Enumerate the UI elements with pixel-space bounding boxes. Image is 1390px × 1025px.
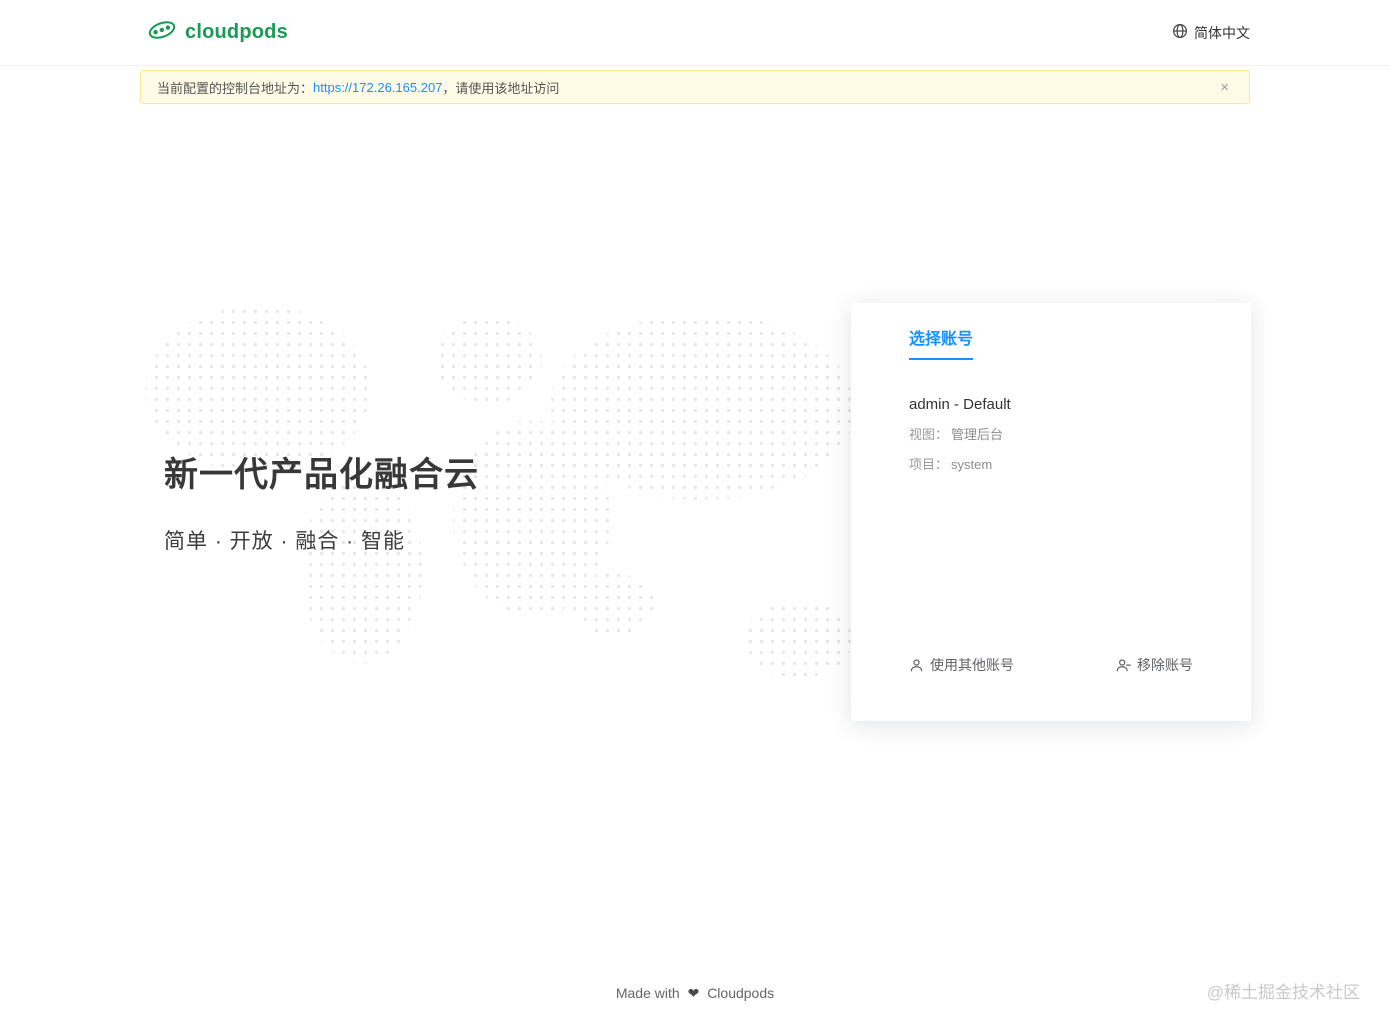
alert-text-after: ，请使用该地址访问: [442, 80, 560, 96]
account-project-value: system: [951, 457, 993, 472]
alert-close-icon[interactable]: ×: [1216, 78, 1233, 97]
cloudpods-logo-icon: [145, 16, 179, 49]
footer-brand: Cloudpods: [707, 985, 775, 1001]
user-icon: [909, 658, 924, 673]
account-card-inner: 选择账号 admin - Default 视图：管理后台 项目：system: [851, 303, 1251, 721]
use-other-account-button[interactable]: 使用其他账号: [909, 655, 1014, 675]
console-address-alert: 当前配置的控制台地址为： https://172.26.165.207 ，请使用…: [140, 70, 1250, 104]
console-address-link[interactable]: https://172.26.165.207: [313, 80, 442, 95]
account-item[interactable]: admin - Default 视图： 管理后台 项目： system: [909, 396, 1193, 473]
account-view-value: 管理后台: [951, 427, 1004, 442]
alert-text-before: 当前配置的控制台地址为：: [157, 80, 314, 96]
hero-subtitle: 简单 · 开放 · 融合 · 智能: [164, 530, 405, 553]
top-header: cloudpods 简体中文: [0, 0, 1390, 66]
hero-title: 新一代产品化融合云: [164, 456, 479, 494]
brand-text: cloudpods: [185, 21, 288, 43]
account-card: 选择账号 admin - Default 视图：管理后台 项目：system: [851, 303, 1251, 721]
login-page: cloudpods 简体中文 当前配置的控制台地址为： https://172.…: [0, 0, 1390, 1025]
heart-icon: ❤: [687, 985, 700, 1001]
world-map-dots: [140, 295, 880, 725]
tab-select-account[interactable]: 选择账号: [909, 325, 974, 360]
account-project-row: 项目： system: [909, 454, 1193, 473]
remove-user-icon: [1116, 658, 1131, 673]
footer-made-with: Made with: [615, 985, 680, 1001]
account-card-actions: 使用其他账号 移除账号: [909, 655, 1193, 675]
brand-logo[interactable]: cloudpods: [145, 16, 288, 49]
account-project-label: 项目：: [909, 457, 949, 472]
account-name: admin - Default: [909, 396, 1011, 413]
account-view-label: 视图：: [909, 427, 949, 442]
use-other-account-label: 使用其他账号: [930, 657, 1014, 673]
language-label: 简体中文: [1194, 24, 1250, 41]
watermark: @稀土掘金技术社区: [1206, 983, 1360, 1002]
remove-account-button[interactable]: 移除账号: [1116, 655, 1193, 675]
language-switcher[interactable]: 简体中文: [1172, 23, 1250, 43]
page-footer: Made with ❤ Cloudpods: [0, 985, 1390, 1002]
remove-account-label: 移除账号: [1137, 657, 1193, 673]
account-view-row: 视图： 管理后台: [909, 424, 1193, 443]
globe-icon: [1172, 23, 1188, 42]
